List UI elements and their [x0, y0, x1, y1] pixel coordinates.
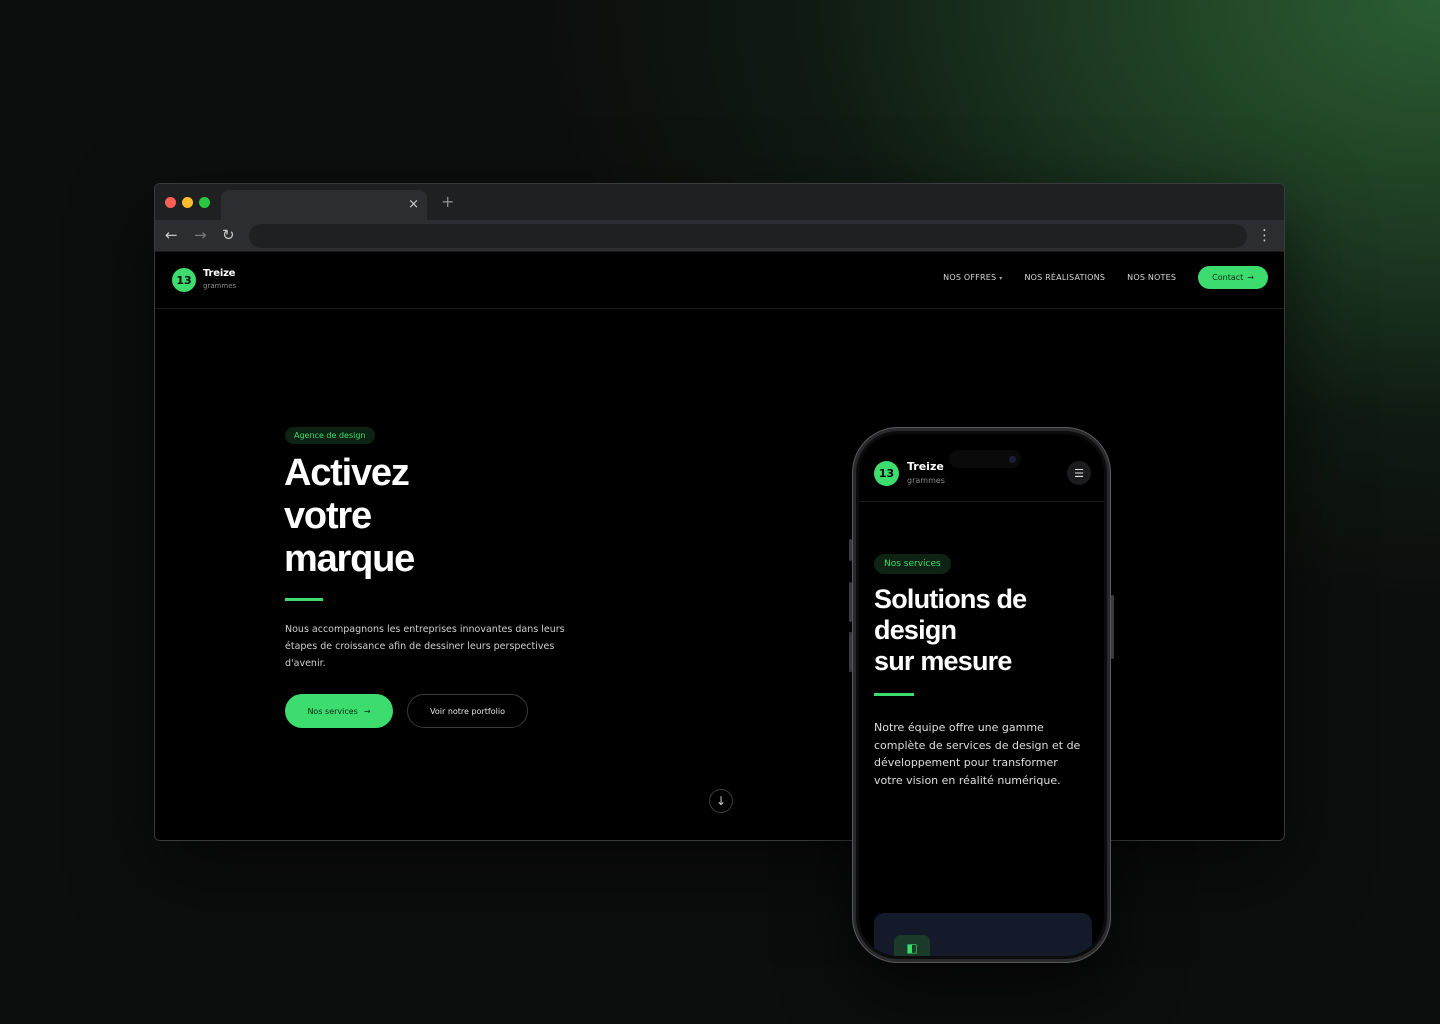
logo-name[interactable]: Treize — [203, 268, 235, 279]
website-viewport: 13 Treize grammes NOS OFFRES ▾ NOS RÉALIS… — [155, 252, 1284, 840]
arrow-right-icon: → — [363, 706, 371, 716]
mobile-description: Notre équipe offre une gamme complète de… — [874, 721, 1081, 787]
hero-divider — [285, 598, 323, 601]
hero-description: Nous accompagnons les entreprises innova… — [285, 624, 565, 669]
hero-title-line: marque — [284, 538, 415, 580]
mobile-logo-name[interactable]: Treize — [907, 460, 944, 473]
minimize-window-button[interactable] — [182, 197, 193, 208]
reload-icon[interactable]: ↻ — [222, 225, 235, 245]
address-bar[interactable] — [249, 224, 1247, 248]
main-nav: NOS OFFRES ▾ NOS RÉALISATIONS NOS NOTES C… — [943, 266, 1268, 289]
nav-link-notes[interactable]: NOS NOTES — [1127, 273, 1176, 282]
mobile-logo-subtitle: grammes — [907, 476, 945, 485]
phone-side-button — [849, 539, 852, 561]
nav-link-realisations[interactable]: NOS RÉALISATIONS — [1024, 273, 1105, 282]
phone-side-button — [849, 632, 852, 672]
mobile-title-line: design — [874, 615, 957, 645]
mobile-title-line: sur mesure — [874, 646, 1012, 676]
service-card-icon: ◧ — [894, 935, 930, 956]
service-card[interactable]: ◧ — [874, 913, 1092, 956]
hero-title: Activez votre marque — [284, 452, 415, 581]
phone-power-button — [1111, 595, 1114, 659]
phone-screen: 13 Treize grammes ☰ Nos services Solutio… — [856, 431, 1107, 959]
browser-tab[interactable]: × — [221, 190, 427, 220]
mobile-title-line: Solutions de — [874, 584, 1027, 614]
nav-link-offres[interactable]: NOS OFFRES ▾ — [943, 273, 1002, 282]
contact-button[interactable]: Contact → — [1198, 266, 1268, 289]
chevron-down-icon: ▾ — [999, 275, 1003, 282]
back-arrow-icon[interactable]: ← — [165, 225, 178, 245]
services-button[interactable]: Nos services → — [285, 694, 393, 728]
forward-arrow-icon[interactable]: → — [194, 225, 207, 245]
services-button-label: Nos services — [307, 706, 358, 716]
mobile-header: 13 Treize grammes ☰ — [859, 434, 1104, 502]
browser-menu-icon[interactable]: ⋮ — [1257, 225, 1272, 245]
logo-badge[interactable]: 13 — [172, 268, 196, 292]
hero-title-line: Activez — [284, 452, 410, 494]
tab-close-icon[interactable]: × — [408, 197, 419, 213]
browser-tabbar: × + — [155, 184, 1284, 220]
close-window-button[interactable] — [165, 197, 176, 208]
phone-mockup: 13 Treize grammes ☰ Nos services Solutio… — [849, 427, 1114, 963]
nav-link-label: NOS OFFRES — [943, 273, 997, 282]
hero-title-line: votre — [284, 495, 372, 537]
hero-tag: Agence de design — [285, 427, 375, 444]
new-tab-icon[interactable]: + — [441, 193, 454, 211]
browser-window: × + ← → ↻ ⋮ 13 Treize grammes NOS OFFRES… — [154, 183, 1285, 841]
portfolio-button[interactable]: Voir notre portfolio — [407, 694, 528, 728]
phone-side-button — [849, 582, 852, 622]
contact-button-label: Contact — [1212, 273, 1244, 282]
browser-toolbar: ← → ↻ ⋮ — [155, 220, 1284, 252]
mobile-tag: Nos services — [874, 554, 951, 574]
mobile-divider — [874, 693, 914, 696]
scroll-down-button[interactable]: ↓ — [709, 789, 733, 813]
arrow-right-icon: → — [1247, 273, 1254, 282]
mobile-title: Solutions de design sur mesure — [874, 584, 1027, 677]
mobile-logo-badge[interactable]: 13 — [874, 461, 899, 486]
menu-icon: ☰ — [1074, 466, 1084, 480]
site-header: 13 Treize grammes NOS OFFRES ▾ NOS RÉALIS… — [155, 252, 1284, 309]
hamburger-menu-button[interactable]: ☰ — [1067, 461, 1091, 485]
logo-subtitle: grammes — [203, 282, 237, 290]
maximize-window-button[interactable] — [199, 197, 210, 208]
arrow-down-icon: ↓ — [715, 794, 727, 808]
